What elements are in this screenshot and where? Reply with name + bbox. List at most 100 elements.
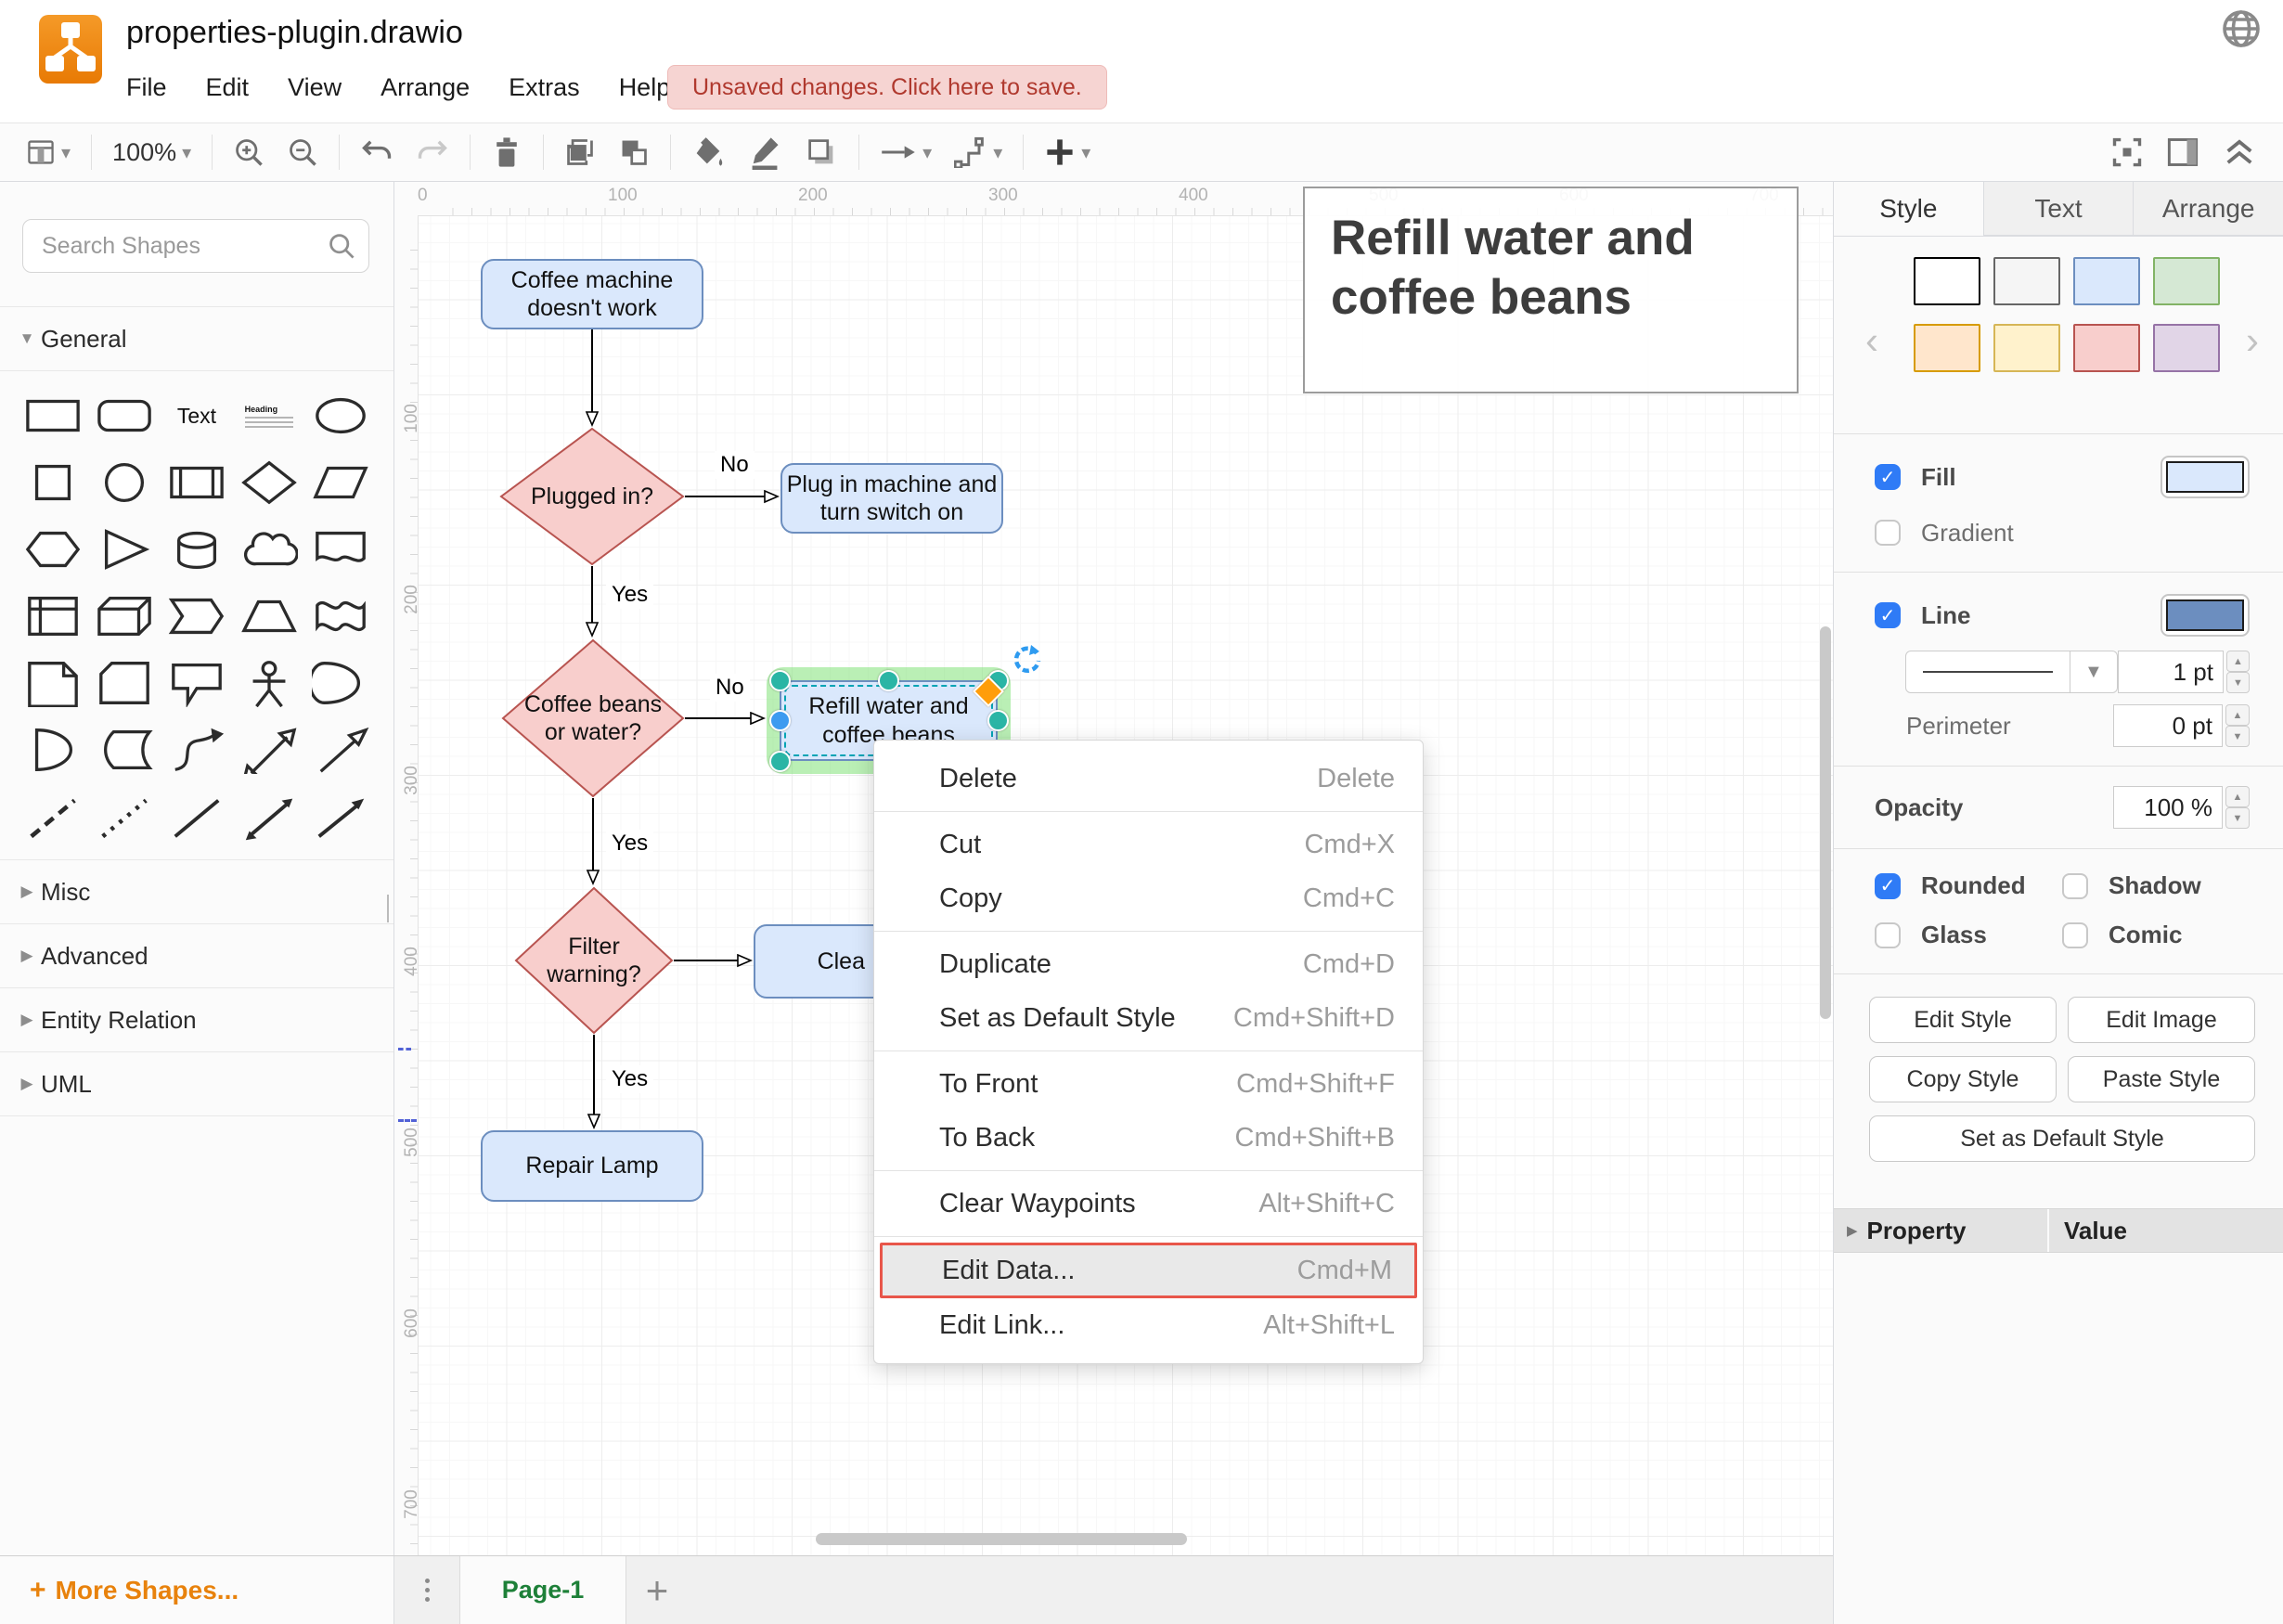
context-menu-item-set-as-default-style[interactable]: Set as Default StyleCmd+Shift+D [874, 991, 1423, 1045]
resize-handle-n[interactable] [878, 670, 899, 691]
shape-rectangle[interactable] [17, 386, 89, 445]
sidebar-section-advanced[interactable]: ▶Advanced [0, 924, 393, 988]
zoom-in-button[interactable] [233, 136, 264, 168]
unsaved-changes-notice[interactable]: Unsaved changes. Click here to save. [667, 65, 1107, 110]
sidebar-section-uml[interactable]: ▶UML [0, 1052, 393, 1116]
perimeter-stepper[interactable]: ▲▼ [2225, 704, 2250, 747]
shape-square[interactable] [17, 453, 89, 512]
shape-tape[interactable] [304, 586, 377, 646]
style-swatch[interactable] [2073, 324, 2140, 372]
edge-endpoint-handle[interactable] [769, 710, 791, 731]
shape-arrow[interactable] [304, 720, 377, 780]
edge-label-yes[interactable]: Yes [606, 1065, 653, 1093]
shape-hexagon[interactable] [17, 520, 89, 579]
add-page-button[interactable]: + [626, 1556, 688, 1624]
more-shapes-button[interactable]: + More Shapes... [30, 1575, 239, 1606]
value-column-header[interactable]: Value [2049, 1209, 2283, 1252]
opacity-stepper[interactable]: ▲▼ [2225, 786, 2250, 829]
shape-or[interactable] [304, 653, 377, 713]
edge-label-yes[interactable]: Yes [606, 830, 653, 857]
menu-file[interactable]: File [126, 73, 167, 102]
shape-circle[interactable] [89, 453, 161, 512]
style-swatch[interactable] [1914, 324, 1980, 372]
line-color-preview[interactable] [2160, 594, 2250, 637]
connection-style-button[interactable]: ▾ [880, 141, 932, 164]
to-back-button[interactable] [618, 136, 650, 168]
resize-handle-nw[interactable] [769, 670, 791, 691]
fill-color-button[interactable] [691, 135, 725, 169]
node-filter-warning[interactable]: Filter warning? [514, 886, 674, 1035]
shape-dashed-line[interactable] [17, 787, 89, 846]
shadow-checkbox[interactable] [2062, 873, 2088, 899]
shape-data-storage[interactable] [89, 720, 161, 780]
sidebar-section-general[interactable]: ▼ General [0, 307, 393, 371]
fill-color-preview[interactable] [2160, 456, 2250, 498]
shape-directional-connector[interactable] [304, 787, 377, 846]
shape-bidirectional-connector[interactable] [233, 787, 305, 846]
style-swatch[interactable] [2153, 324, 2220, 372]
page-tab[interactable]: Page-1 [459, 1556, 626, 1624]
shape-card[interactable] [89, 653, 161, 713]
shape-curve[interactable] [161, 720, 233, 780]
node-coffee-beans[interactable]: Coffee beans or water? [501, 638, 685, 798]
copy-style-button[interactable]: Copy Style [1869, 1056, 2057, 1102]
menu-arrange[interactable]: Arrange [380, 73, 470, 102]
style-swatch[interactable] [1993, 257, 2060, 305]
undo-button[interactable] [360, 138, 393, 166]
node-plugged-in[interactable]: Plugged in? [499, 427, 685, 566]
waypoints-button[interactable]: ▾ [954, 136, 1002, 168]
shape-textbox[interactable]: Heading [233, 386, 305, 445]
presets-prev-icon[interactable]: ‹ [1865, 318, 1878, 363]
toggle-shadow[interactable]: Shadow [2062, 871, 2250, 900]
zoom-level-button[interactable]: 100% ▾ [112, 138, 191, 167]
toggle-rounded[interactable]: ✓Rounded [1875, 871, 2062, 900]
tab-arrange[interactable]: Arrange [2134, 182, 2283, 236]
v-scrollbar[interactable] [1820, 626, 1831, 1019]
line-width-input[interactable]: 1 pt [2118, 651, 2224, 693]
shape-cube[interactable] [89, 586, 161, 646]
perimeter-input[interactable]: 0 pt [2113, 704, 2223, 747]
line-color-button[interactable] [747, 135, 782, 170]
shape-trapezoid[interactable] [233, 586, 305, 646]
pages-menu-button[interactable] [394, 1556, 459, 1624]
rounded-checkbox[interactable]: ✓ [1875, 873, 1901, 899]
opacity-input[interactable]: 100 % [2113, 786, 2223, 829]
fullscreen-button[interactable] [2110, 135, 2144, 169]
style-swatch[interactable] [1914, 257, 1980, 305]
resize-handle-e[interactable] [987, 710, 1009, 731]
property-column-header[interactable]: ▶ Property [1834, 1209, 2049, 1252]
shadow-button[interactable] [805, 135, 838, 169]
shape-ellipse[interactable] [304, 386, 377, 445]
context-menu-item-edit-data[interactable]: Edit Data...Cmd+M [880, 1243, 1417, 1298]
context-menu-item-edit-link[interactable]: Edit Link...Alt+Shift+L [874, 1298, 1423, 1352]
shape-bidirectional-arrow[interactable] [233, 720, 305, 780]
context-menu-item-copy[interactable]: CopyCmd+C [874, 871, 1423, 925]
shape-cylinder[interactable] [161, 520, 233, 579]
menu-edit[interactable]: Edit [206, 73, 250, 102]
collapse-toolbar-button[interactable] [2222, 136, 2257, 168]
line-width-stepper[interactable]: ▲▼ [2226, 651, 2250, 693]
context-menu-item-delete[interactable]: DeleteDelete [874, 752, 1423, 806]
edit-image-button[interactable]: Edit Image [2068, 997, 2255, 1043]
style-swatch[interactable] [2073, 257, 2140, 305]
tab-text[interactable]: Text [1984, 182, 2135, 236]
delete-button[interactable] [491, 135, 522, 169]
shape-text[interactable]: Text [161, 386, 233, 445]
insert-button[interactable]: ▾ [1044, 136, 1090, 168]
zoom-out-button[interactable] [287, 136, 318, 168]
shape-note[interactable] [17, 653, 89, 713]
glass-checkbox[interactable] [1875, 922, 1901, 948]
shape-cloud[interactable] [233, 520, 305, 579]
search-shapes-input[interactable] [22, 219, 369, 273]
edit-style-button[interactable]: Edit Style [1869, 997, 2057, 1043]
style-swatch[interactable] [1993, 324, 2060, 372]
shape-triangle[interactable] [89, 520, 161, 579]
edge-label-yes[interactable]: Yes [606, 581, 653, 609]
comic-checkbox[interactable] [2062, 922, 2088, 948]
shape-process[interactable] [161, 453, 233, 512]
rotate-handle-icon[interactable] [1010, 642, 1043, 676]
gradient-checkbox[interactable] [1875, 520, 1901, 546]
shape-and[interactable] [17, 720, 89, 780]
line-checkbox[interactable]: ✓ [1875, 602, 1901, 628]
resize-handle-sw[interactable] [769, 751, 791, 772]
